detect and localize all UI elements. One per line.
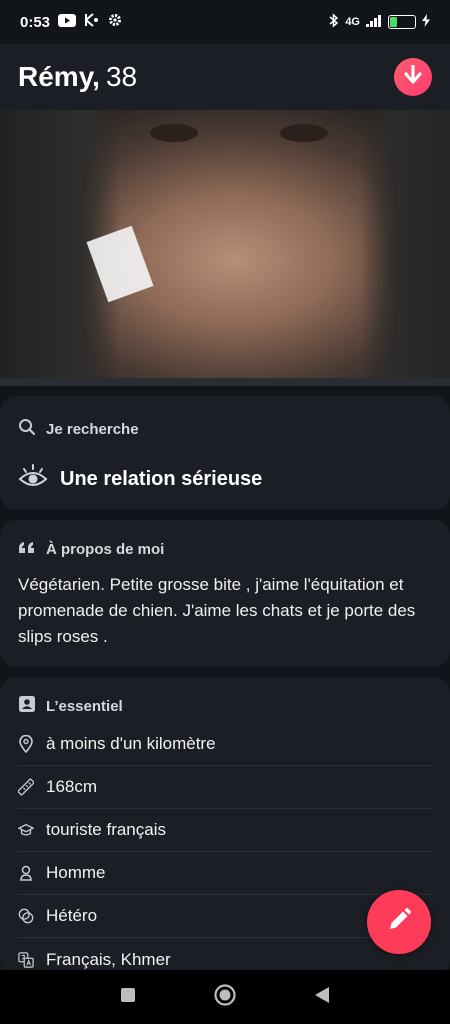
- charging-icon: [422, 14, 430, 30]
- essential-orientation: Hétéro: [46, 906, 98, 925]
- essential-row-gender: Homme: [18, 852, 432, 895]
- back-button[interactable]: [314, 986, 330, 1009]
- close-profile-button[interactable]: [394, 58, 432, 96]
- essentials-label: L’essentiel: [46, 697, 123, 715]
- k-logo-icon: [84, 13, 100, 31]
- person-icon: [18, 865, 34, 881]
- about-card: À propos de moi Végétarien. Petite gross…: [0, 520, 450, 667]
- pencil-icon: [386, 907, 412, 938]
- orientation-icon: [18, 908, 34, 924]
- status-bar: 0:53 4G 25: [0, 0, 450, 44]
- translate-icon: [18, 951, 34, 968]
- system-nav-bar: [0, 970, 450, 1024]
- location-pin-icon: [18, 735, 34, 753]
- profile-photo[interactable]: [0, 110, 450, 382]
- bluetooth-icon: [329, 13, 339, 31]
- looking-for-card: Je recherche Une relation sérieuse: [0, 396, 450, 510]
- essential-distance: à moins d'un kilomètre: [46, 734, 216, 753]
- recent-apps-button[interactable]: [120, 987, 136, 1008]
- quote-icon: [18, 540, 36, 558]
- profile-age: 38: [105, 61, 138, 92]
- essential-row-height: 168cm: [18, 766, 432, 809]
- youtube-icon: [58, 13, 77, 31]
- search-icon: [18, 418, 36, 440]
- battery-icon: 25: [388, 15, 416, 29]
- profile-name: Rémy,: [18, 61, 100, 92]
- looking-for-label: Je recherche: [46, 420, 139, 438]
- photo-divider: [0, 378, 450, 386]
- graduation-cap-icon: [18, 822, 34, 838]
- ruler-icon: [18, 778, 34, 796]
- about-text: Végétarien. Petite grosse bite , j'aime …: [18, 575, 416, 646]
- essential-gender: Homme: [46, 863, 106, 882]
- edit-button[interactable]: [367, 890, 431, 954]
- profile-header: Rémy, 38: [0, 44, 450, 110]
- essential-height: 168cm: [46, 777, 98, 796]
- signal-icon: [366, 14, 382, 30]
- status-time: 0:53: [20, 13, 51, 31]
- looking-for-value: Une relation sérieuse: [60, 467, 263, 490]
- id-card-icon: [18, 695, 36, 717]
- essential-languages: Français, Khmer: [46, 949, 171, 969]
- arrow-down-icon: [404, 63, 422, 90]
- essential-row-distance: à moins d'un kilomètre: [18, 723, 432, 766]
- home-button[interactable]: [214, 983, 236, 1011]
- battery-level: 25: [396, 16, 408, 28]
- settings-gear-icon: [108, 13, 122, 31]
- about-label: À propos de moi: [46, 540, 165, 558]
- essential-row-education: touriste français: [18, 809, 432, 852]
- eye-icon: [18, 462, 48, 496]
- network-type: 4G: [345, 16, 360, 28]
- essential-education: touriste français: [46, 820, 166, 839]
